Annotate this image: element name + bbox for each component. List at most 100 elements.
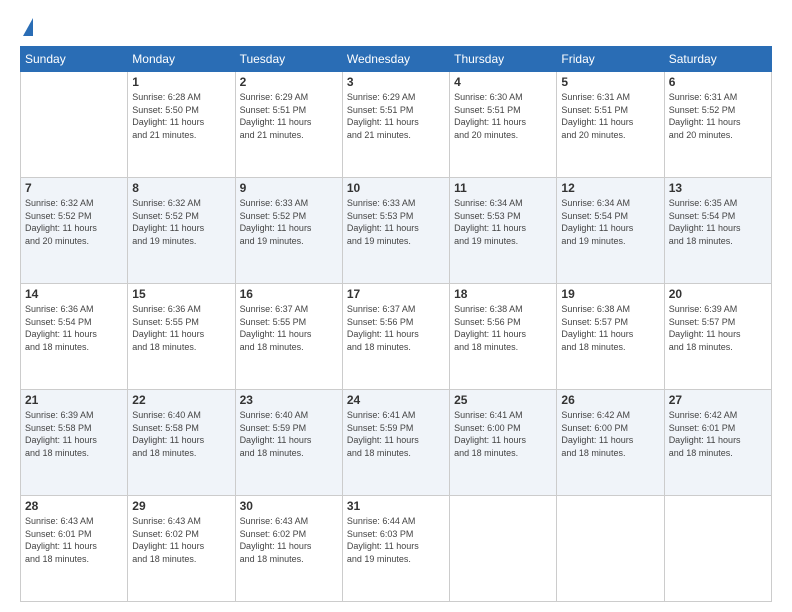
calendar-cell: 18 Sunrise: 6:38 AMSunset: 5:56 PMDayligh…	[450, 284, 557, 390]
day-number: 16	[240, 287, 338, 301]
day-info: Sunrise: 6:40 AMSunset: 5:58 PMDaylight:…	[132, 409, 230, 459]
calendar-cell: 31 Sunrise: 6:44 AMSunset: 6:03 PMDayligh…	[342, 496, 449, 602]
day-number: 14	[25, 287, 123, 301]
day-info: Sunrise: 6:42 AMSunset: 6:01 PMDaylight:…	[669, 409, 767, 459]
day-number: 3	[347, 75, 445, 89]
day-info: Sunrise: 6:39 AMSunset: 5:58 PMDaylight:…	[25, 409, 123, 459]
day-info: Sunrise: 6:34 AMSunset: 5:54 PMDaylight:…	[561, 197, 659, 247]
calendar-week-row: 7 Sunrise: 6:32 AMSunset: 5:52 PMDaylight…	[21, 178, 772, 284]
calendar-cell: 22 Sunrise: 6:40 AMSunset: 5:58 PMDayligh…	[128, 390, 235, 496]
weekday-header-row: SundayMondayTuesdayWednesdayThursdayFrid…	[21, 47, 772, 72]
calendar-cell: 4Sunrise: 6:30 AMSunset: 5:51 PMDaylight…	[450, 72, 557, 178]
day-info: Sunrise: 6:41 AMSunset: 6:00 PMDaylight:…	[454, 409, 552, 459]
calendar-cell: 19 Sunrise: 6:38 AMSunset: 5:57 PMDayligh…	[557, 284, 664, 390]
day-number: 21	[25, 393, 123, 407]
page: SundayMondayTuesdayWednesdayThursdayFrid…	[0, 0, 792, 612]
calendar-table: SundayMondayTuesdayWednesdayThursdayFrid…	[20, 46, 772, 602]
day-info: Sunrise: 6:40 AMSunset: 5:59 PMDaylight:…	[240, 409, 338, 459]
calendar-cell: 11 Sunrise: 6:34 AMSunset: 5:53 PMDayligh…	[450, 178, 557, 284]
calendar-cell: 28 Sunrise: 6:43 AMSunset: 6:01 PMDayligh…	[21, 496, 128, 602]
weekday-header-saturday: Saturday	[664, 47, 771, 72]
day-info: Sunrise: 6:28 AMSunset: 5:50 PMDaylight:…	[132, 91, 230, 141]
header	[20, 18, 772, 38]
day-number: 24	[347, 393, 445, 407]
day-number: 26	[561, 393, 659, 407]
calendar-cell: 23Sunrise: 6:40 AMSunset: 5:59 PMDayligh…	[235, 390, 342, 496]
day-number: 9	[240, 181, 338, 195]
day-number: 20	[669, 287, 767, 301]
calendar-cell: 7 Sunrise: 6:32 AMSunset: 5:52 PMDaylight…	[21, 178, 128, 284]
day-info: Sunrise: 6:43 AMSunset: 6:01 PMDaylight:…	[25, 515, 123, 565]
day-number: 31	[347, 499, 445, 513]
calendar-cell: 24 Sunrise: 6:41 AMSunset: 5:59 PMDayligh…	[342, 390, 449, 496]
day-info: Sunrise: 6:33 AMSunset: 5:52 PMDaylight:…	[240, 197, 338, 247]
day-info: Sunrise: 6:31 AMSunset: 5:51 PMDaylight:…	[561, 91, 659, 141]
weekday-header-monday: Monday	[128, 47, 235, 72]
day-info: Sunrise: 6:35 AMSunset: 5:54 PMDaylight:…	[669, 197, 767, 247]
day-info: Sunrise: 6:30 AMSunset: 5:51 PMDaylight:…	[454, 91, 552, 141]
day-info: Sunrise: 6:32 AMSunset: 5:52 PMDaylight:…	[132, 197, 230, 247]
day-info: Sunrise: 6:34 AMSunset: 5:53 PMDaylight:…	[454, 197, 552, 247]
day-number: 15	[132, 287, 230, 301]
calendar-cell: 5 Sunrise: 6:31 AMSunset: 5:51 PMDaylight…	[557, 72, 664, 178]
day-info: Sunrise: 6:33 AMSunset: 5:53 PMDaylight:…	[347, 197, 445, 247]
day-info: Sunrise: 6:44 AMSunset: 6:03 PMDaylight:…	[347, 515, 445, 565]
day-number: 10	[347, 181, 445, 195]
calendar-cell: 8Sunrise: 6:32 AMSunset: 5:52 PMDaylight…	[128, 178, 235, 284]
weekday-header-friday: Friday	[557, 47, 664, 72]
day-number: 25	[454, 393, 552, 407]
day-info: Sunrise: 6:29 AMSunset: 5:51 PMDaylight:…	[240, 91, 338, 141]
day-number: 17	[347, 287, 445, 301]
calendar-cell: 15 Sunrise: 6:36 AMSunset: 5:55 PMDayligh…	[128, 284, 235, 390]
weekday-header-wednesday: Wednesday	[342, 47, 449, 72]
day-number: 13	[669, 181, 767, 195]
day-number: 22	[132, 393, 230, 407]
calendar-cell: 1 Sunrise: 6:28 AMSunset: 5:50 PMDaylight…	[128, 72, 235, 178]
weekday-header-tuesday: Tuesday	[235, 47, 342, 72]
calendar-cell: 29 Sunrise: 6:43 AMSunset: 6:02 PMDayligh…	[128, 496, 235, 602]
day-number: 2	[240, 75, 338, 89]
day-number: 18	[454, 287, 552, 301]
calendar-cell	[450, 496, 557, 602]
day-number: 29	[132, 499, 230, 513]
day-info: Sunrise: 6:37 AMSunset: 5:56 PMDaylight:…	[347, 303, 445, 353]
calendar-cell: 27 Sunrise: 6:42 AMSunset: 6:01 PMDayligh…	[664, 390, 771, 496]
weekday-header-sunday: Sunday	[21, 47, 128, 72]
calendar-cell: 25 Sunrise: 6:41 AMSunset: 6:00 PMDayligh…	[450, 390, 557, 496]
calendar-week-row: 1 Sunrise: 6:28 AMSunset: 5:50 PMDaylight…	[21, 72, 772, 178]
logo	[20, 18, 33, 38]
calendar-cell: 16 Sunrise: 6:37 AMSunset: 5:55 PMDayligh…	[235, 284, 342, 390]
calendar-cell: 9 Sunrise: 6:33 AMSunset: 5:52 PMDaylight…	[235, 178, 342, 284]
day-number: 6	[669, 75, 767, 89]
day-number: 19	[561, 287, 659, 301]
day-info: Sunrise: 6:43 AMSunset: 6:02 PMDaylight:…	[240, 515, 338, 565]
day-number: 27	[669, 393, 767, 407]
calendar-cell: 6Sunrise: 6:31 AMSunset: 5:52 PMDaylight…	[664, 72, 771, 178]
calendar-week-row: 28 Sunrise: 6:43 AMSunset: 6:01 PMDayligh…	[21, 496, 772, 602]
day-info: Sunrise: 6:41 AMSunset: 5:59 PMDaylight:…	[347, 409, 445, 459]
day-number: 5	[561, 75, 659, 89]
calendar-cell: 13 Sunrise: 6:35 AMSunset: 5:54 PMDayligh…	[664, 178, 771, 284]
calendar-cell: 21 Sunrise: 6:39 AMSunset: 5:58 PMDayligh…	[21, 390, 128, 496]
day-info: Sunrise: 6:38 AMSunset: 5:57 PMDaylight:…	[561, 303, 659, 353]
calendar-cell	[557, 496, 664, 602]
day-number: 7	[25, 181, 123, 195]
day-info: Sunrise: 6:39 AMSunset: 5:57 PMDaylight:…	[669, 303, 767, 353]
day-number: 30	[240, 499, 338, 513]
day-number: 1	[132, 75, 230, 89]
day-info: Sunrise: 6:38 AMSunset: 5:56 PMDaylight:…	[454, 303, 552, 353]
calendar-cell: 12 Sunrise: 6:34 AMSunset: 5:54 PMDayligh…	[557, 178, 664, 284]
day-info: Sunrise: 6:36 AMSunset: 5:54 PMDaylight:…	[25, 303, 123, 353]
day-info: Sunrise: 6:32 AMSunset: 5:52 PMDaylight:…	[25, 197, 123, 247]
calendar-cell: 3Sunrise: 6:29 AMSunset: 5:51 PMDaylight…	[342, 72, 449, 178]
day-number: 11	[454, 181, 552, 195]
day-number: 28	[25, 499, 123, 513]
day-info: Sunrise: 6:36 AMSunset: 5:55 PMDaylight:…	[132, 303, 230, 353]
calendar-cell: 17 Sunrise: 6:37 AMSunset: 5:56 PMDayligh…	[342, 284, 449, 390]
calendar-cell: 26Sunrise: 6:42 AMSunset: 6:00 PMDayligh…	[557, 390, 664, 496]
day-info: Sunrise: 6:43 AMSunset: 6:02 PMDaylight:…	[132, 515, 230, 565]
calendar-week-row: 14 Sunrise: 6:36 AMSunset: 5:54 PMDayligh…	[21, 284, 772, 390]
weekday-header-thursday: Thursday	[450, 47, 557, 72]
day-number: 12	[561, 181, 659, 195]
day-info: Sunrise: 6:37 AMSunset: 5:55 PMDaylight:…	[240, 303, 338, 353]
